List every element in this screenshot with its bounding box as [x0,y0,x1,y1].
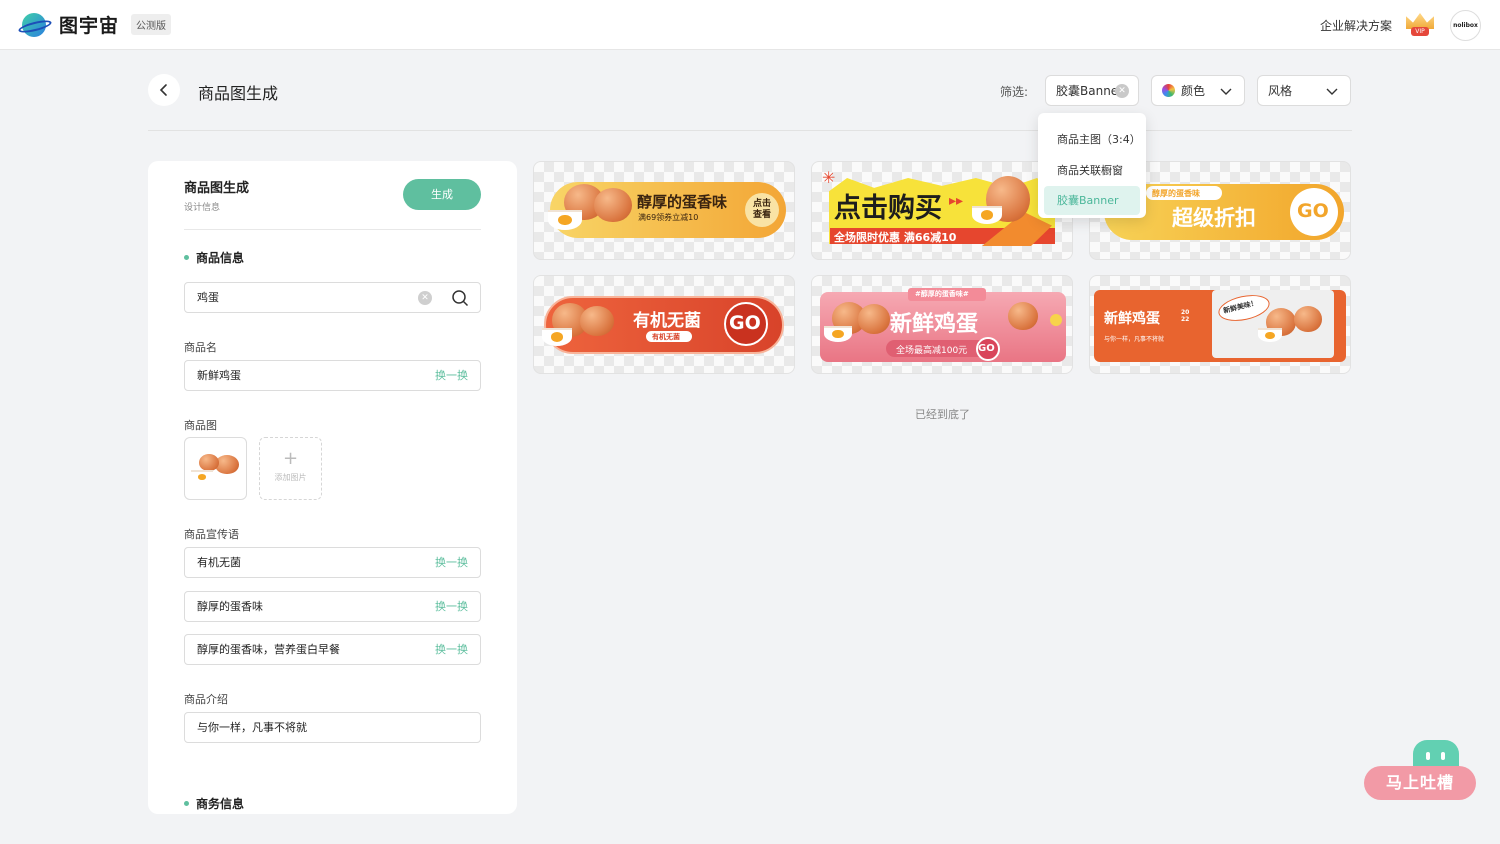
filter-style-label: 风格 [1268,84,1293,98]
swap-button[interactable]: 换一换 [435,592,468,621]
banner-tag: 醇厚的蛋香味 [1152,189,1200,198]
filter-type-value: 胶囊Banner [1056,84,1124,98]
color-wheel-icon [1162,84,1175,97]
planet-logo-icon [17,12,53,38]
top-bar: 图宇宙 公测版 企业解决方案 VIP nolibox [0,0,1500,50]
search-icon[interactable] [451,289,469,307]
section-business-label: 商务信息 [196,797,245,811]
banner-title: 新鲜鸡蛋 [1104,311,1160,327]
banner-card[interactable]: #醇厚的蛋香味# 新鲜鸡蛋 全场最高减100元 GO [811,275,1073,374]
slogan-value: 醇厚的蛋香味 [197,600,263,613]
banner-subtitle: 全场限时优惠 满66减10 [834,231,957,244]
section-business-info: 商务信息 [184,795,244,812]
banner-cta: GO [978,343,995,354]
slogan-field[interactable]: 有机无菌 换一换 [184,547,481,578]
banner-cta: GO [729,312,761,334]
banner-cta: 点击查看 [752,199,771,220]
panel-title: 商品图生成 [184,181,250,196]
logo[interactable]: 图宇宙 公测版 [17,11,172,38]
swap-button[interactable]: 换一换 [435,361,468,390]
page-title: 商品图生成 [198,84,279,103]
dropdown-item-capsule-banner[interactable]: 胶囊Banner [1044,186,1140,215]
filter-color-label: 颜色 [1181,84,1206,98]
feedback-button[interactable]: 马上吐槽 [1364,740,1476,802]
add-image-label: 添加图片 [274,473,307,482]
vip-crown-icon[interactable]: VIP [1404,13,1436,37]
plus-icon: + [282,448,299,469]
add-image-button[interactable]: + 添加图片 [259,437,322,500]
slogan-label: 商品宣传语 [184,528,239,541]
back-button[interactable] [148,74,180,106]
banner-year-top: 20 [1181,309,1190,316]
chevron-down-icon [1220,88,1232,95]
banner-title: 新鲜鸡蛋 [890,312,979,337]
enterprise-solutions-link[interactable]: 企业解决方案 [1320,17,1392,34]
generate-button[interactable]: 生成 [403,179,481,210]
intro-value: 与你一样，凡事不将就 [197,721,307,734]
banner-card[interactable]: 有机无菌 有机无菌 GO [533,275,795,374]
feedback-label: 马上吐槽 [1364,766,1476,800]
filter-type-dropdown: 商品主图（3:4） 商品关联橱窗 胶囊Banner [1038,113,1146,218]
product-name-label: 商品名 [184,341,217,354]
section-dot [184,255,189,260]
filter-type-select[interactable]: 胶囊Banner ✕ [1045,75,1139,106]
slogan-field[interactable]: 醇厚的蛋香味 换一换 [184,591,481,622]
banner-card[interactable]: ✳ 点击购买 ▸▸ 全场限时优惠 满66减10 [811,161,1073,260]
swap-button[interactable]: 换一换 [435,548,468,577]
banner-subtitle: 全场最高减100元 [896,346,968,356]
filter-style-select[interactable]: 风格 [1257,75,1351,106]
banner-title: 醇厚的蛋香味 [637,193,728,211]
banner-title: 点击购买 [834,193,942,224]
avatar[interactable]: nolibox [1450,10,1481,41]
filter-color-select[interactable]: 颜色 [1151,75,1245,106]
section-product-label: 商品信息 [196,251,245,265]
header-divider [148,130,1352,131]
product-search-input[interactable]: 鸡蛋 ✕ [184,282,481,313]
intro-label: 商品介绍 [184,693,228,706]
chevron-down-icon [1326,88,1338,95]
banner-title: 有机无菌 [633,311,701,331]
panel-subtitle: 设计信息 [184,203,221,213]
banner-tag: 有机无菌 [652,333,680,341]
clear-icon[interactable]: ✕ [1115,84,1129,98]
burst-icon: ✳ [822,168,836,187]
vip-label: VIP [1411,27,1429,36]
banner-card[interactable]: 醇厚的蛋香味 满69领券立减10 点击查看 [533,161,795,260]
panel-divider [184,229,481,230]
banner-cta: GO [1297,200,1329,222]
search-value: 鸡蛋 [197,291,219,304]
product-image-thumbnail[interactable] [184,437,247,500]
end-of-list-text: 已经到底了 [915,408,970,421]
section-product-info: 商品信息 [184,249,244,266]
banner-year-bottom: 22 [1181,316,1190,323]
banner-subtitle: 与你一样，凡事不将就 [1104,336,1165,343]
slogan-value: 醇厚的蛋香味，营养蛋白早餐 [197,643,340,656]
dropdown-item-window[interactable]: 商品关联橱窗 [1038,155,1146,186]
slogan-value: 有机无菌 [197,556,241,569]
dropdown-item-main-image[interactable]: 商品主图（3:4） [1038,124,1146,155]
design-panel: 商品图生成 设计信息 生成 商品信息 鸡蛋 ✕ 商品名 新鲜鸡蛋 换一换 商品图… [148,161,517,814]
filter-label: 筛选: [1000,85,1029,99]
beta-badge: 公测版 [131,14,172,35]
clear-icon[interactable]: ✕ [418,291,432,305]
logo-text: 图宇宙 [59,15,120,37]
product-name-field[interactable]: 新鲜鸡蛋 换一换 [184,360,481,391]
banner-title: 超级折扣 [1172,206,1256,230]
banner-subtitle: 满69领券立减10 [638,213,699,222]
chevron-left-icon [159,84,167,96]
banner-tag: #醇厚的蛋香味# [915,290,969,298]
slogan-field[interactable]: 醇厚的蛋香味，营养蛋白早餐 换一换 [184,634,481,665]
swap-button[interactable]: 换一换 [435,635,468,664]
product-name-value: 新鲜鸡蛋 [197,369,241,382]
product-image-label: 商品图 [184,419,217,432]
double-arrow-icon: ▸▸ [949,193,964,209]
banner-card[interactable]: 新鲜鸡蛋 20 22 与你一样，凡事不将就 新鲜美味！ [1089,275,1351,374]
intro-field[interactable]: 与你一样，凡事不将就 [184,712,481,743]
section-dot [184,801,189,806]
